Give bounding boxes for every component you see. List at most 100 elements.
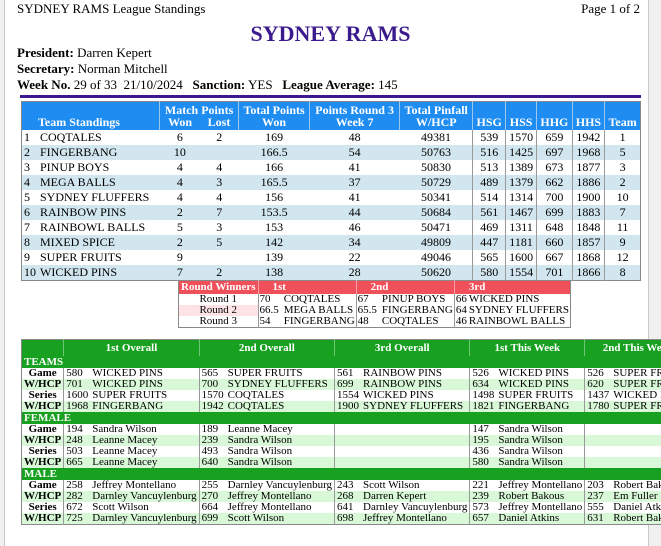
header-hsg: HSG <box>472 101 506 130</box>
match-won: 5 <box>176 220 183 234</box>
match-won: 6 <box>176 130 183 144</box>
team-number: 10 <box>604 190 641 205</box>
standings-row: 1 COQTALES 6 2 169 48 49381 539 1570 659 1942 1 <box>22 130 641 145</box>
team-number: 12 <box>604 250 641 265</box>
page-indicator: Page 1 of 2 <box>581 1 640 16</box>
standings-header-spacer <box>21 101 160 116</box>
award-score <box>334 435 362 446</box>
rank: 4 <box>21 175 38 190</box>
week-points: 41 <box>348 160 361 174</box>
award-winner: COQTALES <box>225 401 335 412</box>
president-label: President: <box>17 45 74 60</box>
rank: 9 <box>24 250 30 264</box>
hhg: 662 <box>536 175 573 190</box>
awards-table: 1st Overall 2nd Overall 3rd Overall 1st Thi… <box>21 339 661 525</box>
week-points: 44 <box>309 205 400 220</box>
header-hhg: HHG <box>536 101 573 130</box>
match-won: 4 <box>176 160 183 174</box>
total-pinfall: 50341 <box>421 190 451 204</box>
standings-row: 4 MEGA BALLS 4 3 165.5 37 50729 489 1379 662 1886 2 <box>21 175 641 190</box>
award-winner: SUPER FRUITS <box>611 401 661 412</box>
award-winner: Sandra Wilson <box>496 457 585 468</box>
match-won: 4 <box>176 190 183 204</box>
header-lost: Lost <box>200 116 239 130</box>
team-number: 3 <box>604 160 641 175</box>
sanction-value: YES <box>248 77 273 92</box>
award-score <box>334 446 362 457</box>
awards-header-spacer <box>21 339 64 356</box>
match-won: 10 <box>159 145 201 160</box>
match-won: 2 <box>159 205 201 220</box>
standings-table: Match Points Total Points Points Round 3… <box>21 101 641 281</box>
award-score: 1968 <box>63 401 91 412</box>
award-winner <box>361 446 470 457</box>
team-number: 5 <box>604 145 641 160</box>
match-lost: 7 <box>200 205 239 220</box>
hsg: 489 <box>472 175 506 190</box>
award-score: 1900 <box>334 401 362 412</box>
week-points: 28 <box>309 265 400 281</box>
team-number: 11 <box>604 220 641 235</box>
hss: 1425 <box>504 145 537 160</box>
award-score: 725 <box>63 513 91 525</box>
hhs: 1868 <box>571 250 605 265</box>
hhs: 1848 <box>571 220 605 235</box>
match-won: 2 <box>159 235 201 250</box>
secretary-line: Secretary: Norman Mitchell <box>17 61 168 77</box>
hsg: 447 <box>472 235 506 250</box>
standings-row: 6 RAINBOW PINS 2 7 153.5 44 50684 561 1467 699 188… <box>21 205 641 220</box>
hss: 1379 <box>504 175 537 190</box>
hss: 1467 <box>504 205 537 220</box>
match-won: 7 <box>159 265 201 281</box>
award-winner <box>361 424 470 435</box>
rank: 10 <box>21 265 38 281</box>
round-label: Round 3 <box>199 315 238 327</box>
team-name: FINGERBANG <box>38 145 160 160</box>
team-name: RAINBOW PINS <box>38 205 160 220</box>
award-winner <box>611 446 661 457</box>
hsg: 561 <box>472 205 506 220</box>
hhg: 673 <box>536 160 573 175</box>
award-winner: Scott Wilson <box>225 513 335 525</box>
week-points: 46 <box>348 220 361 234</box>
total-pinfall: 49809 <box>399 235 473 250</box>
total-points: 138 <box>238 265 310 281</box>
hhs: 1886 <box>571 175 605 190</box>
awards-header: 1st Overall <box>63 339 200 356</box>
week-points: 41 <box>348 190 361 204</box>
header-week: Week 7 <box>309 116 400 130</box>
team-name: SYDNEY FLUFFERS <box>40 190 150 204</box>
first-team: FINGERBANG <box>283 315 355 327</box>
hsg: 514 <box>472 190 506 205</box>
award-score: 580 <box>469 457 497 468</box>
total-pinfall: 50729 <box>399 175 473 190</box>
team-number: 1 <box>604 130 641 145</box>
header-team: Team <box>604 101 641 130</box>
round-row: Round 3 54 FINGERBANG 48 COQTALES 46 RAINBOWL … <box>179 316 571 328</box>
match-lost: 5 <box>200 235 239 250</box>
hsg: 539 <box>472 130 506 145</box>
header-hhs: HHS <box>571 101 605 130</box>
total-pinfall: 50684 <box>399 205 473 220</box>
award-score <box>334 457 362 468</box>
hhs: 1900 <box>571 190 605 205</box>
award-winner <box>361 457 470 468</box>
standings-row: 3 PINUP BOYS 4 4 166 41 50830 513 1389 673 1877 3 <box>22 160 641 175</box>
awards-row: W/HCP 665 Leanne Macey 640 Sandra Wilson 580 S… <box>21 457 661 468</box>
awards-header: 2nd Overall <box>198 339 335 356</box>
award-score <box>584 424 612 435</box>
total-points: 166 <box>265 160 284 174</box>
total-points: 153.5 <box>238 205 310 220</box>
week-points: 54 <box>309 145 400 160</box>
hss: 1314 <box>504 190 537 205</box>
average-label: League Average: <box>282 77 375 92</box>
president-name: Darren Kepert <box>77 45 152 60</box>
header-round-winners: Round Winners <box>178 280 258 294</box>
rank: 2 <box>21 145 38 160</box>
hhg: 700 <box>536 190 573 205</box>
total-pinfall: 50830 <box>421 160 451 174</box>
header-won: Won <box>159 116 201 130</box>
header-third: 3rd <box>453 280 571 294</box>
standings-row: 5 SYDNEY FLUFFERS 4 4 156 41 50341 514 1314 700 19… <box>22 190 641 205</box>
league-name: SYDNEY RAMS <box>250 21 411 46</box>
